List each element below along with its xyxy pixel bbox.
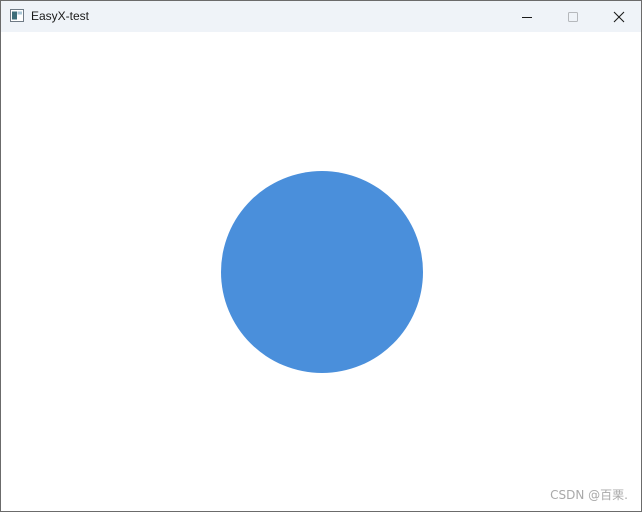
watermark: CSDN @百栗. [550, 488, 628, 502]
title-bar[interactable]: EasyX-test [1, 1, 641, 32]
drawing-canvas: CSDN @百栗. [1, 32, 641, 511]
maximize-icon [568, 11, 578, 22]
minimize-button[interactable] [504, 1, 550, 32]
minimize-icon [522, 16, 532, 18]
close-button[interactable] [596, 1, 642, 32]
app-window-icon[interactable] [10, 9, 24, 22]
close-icon [613, 11, 625, 22]
maximize-button[interactable] [550, 1, 596, 32]
app-window: EasyX-test CSDN @百栗. [0, 0, 642, 512]
window-title: EasyX-test [31, 9, 90, 23]
blue-circle [221, 171, 423, 373]
